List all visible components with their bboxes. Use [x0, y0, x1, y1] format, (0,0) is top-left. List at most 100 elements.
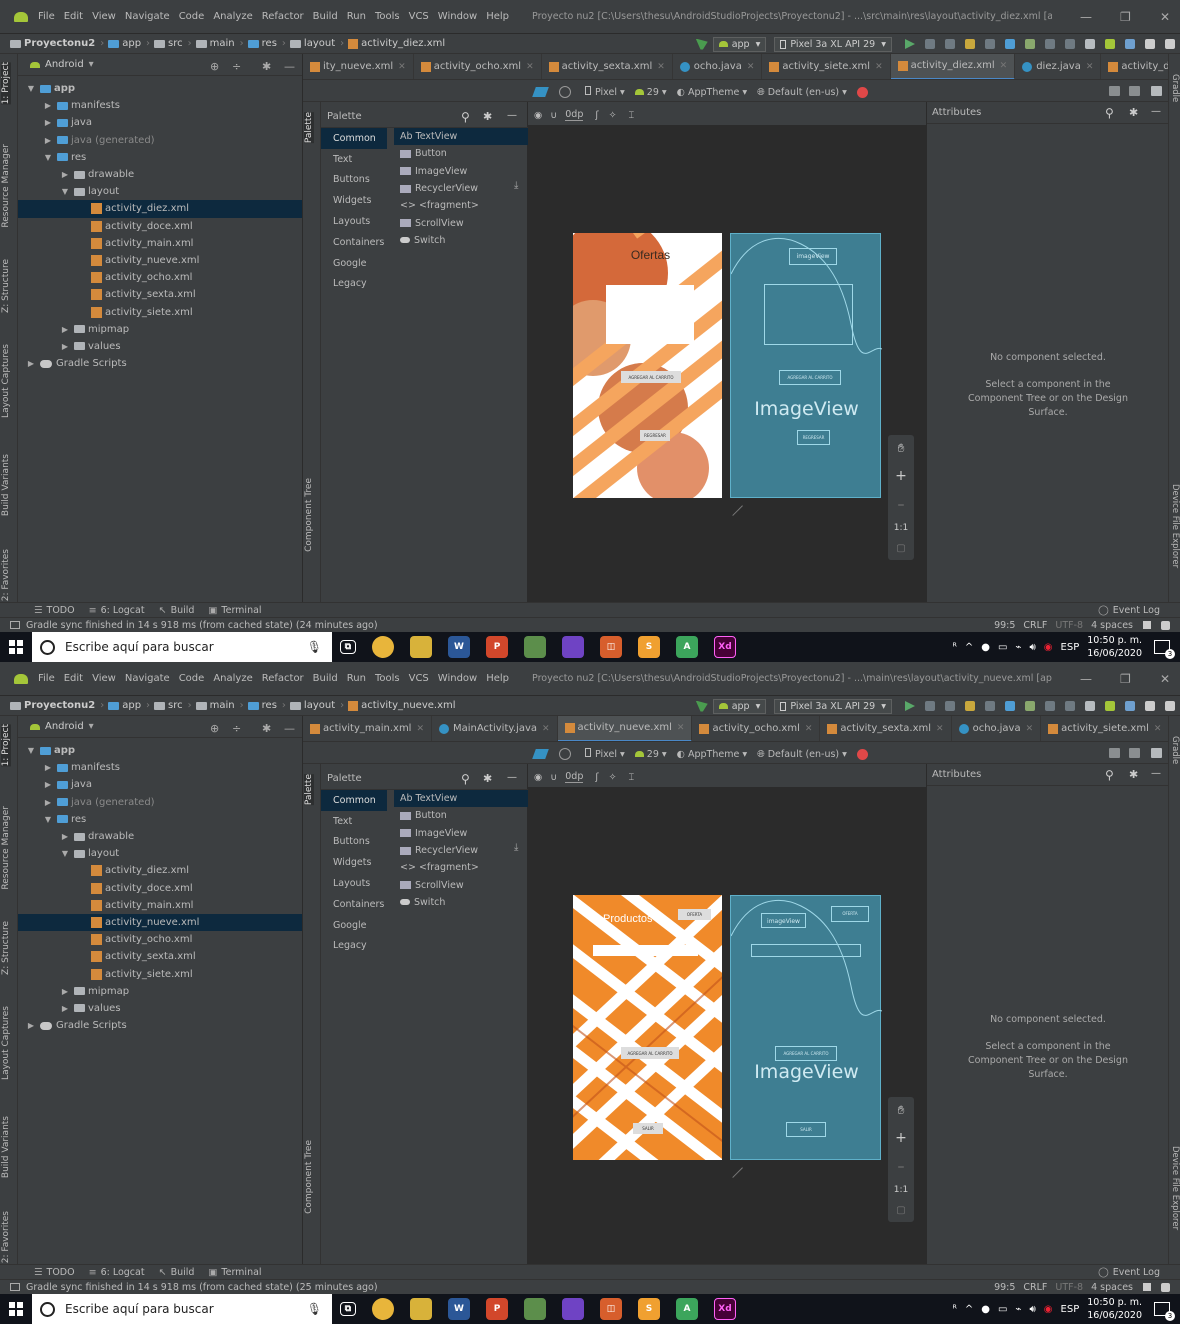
chevron-right-icon[interactable]: ▶: [43, 101, 53, 110]
chevron-right-icon[interactable]: ▶: [60, 832, 70, 841]
menu-item-file[interactable]: File: [38, 673, 55, 684]
menu-item-run[interactable]: Run: [347, 673, 366, 684]
palette-category[interactable]: Containers: [321, 232, 387, 253]
task-view-icon[interactable]: ⧉: [340, 1302, 356, 1316]
run-icon[interactable]: [905, 39, 915, 49]
status-window-icon[interactable]: [10, 1283, 20, 1291]
palette-category[interactable]: Layouts: [321, 211, 387, 232]
bottom-tab--logcat[interactable]: ≡ 6: Logcat: [89, 605, 145, 616]
palette-widget[interactable]: ScrollView: [394, 214, 528, 231]
close-tab-icon[interactable]: ✕: [875, 62, 883, 72]
editor-tab[interactable]: activity_diez.xml ✕: [890, 54, 1016, 79]
tree-item[interactable]: ▶ java (generated): [18, 794, 302, 811]
status-item[interactable]: 99:5: [994, 1282, 1015, 1293]
taskbar-clock[interactable]: 10:50 p. m. 16/06/2020: [1087, 634, 1142, 660]
palette-category[interactable]: Text: [321, 811, 387, 832]
apply-code-icon[interactable]: [945, 701, 955, 711]
zoom-fit-icon[interactable]: ▢: [888, 1205, 914, 1216]
guidelines-icon[interactable]: ⌶: [629, 772, 635, 783]
editor-tab[interactable]: diez.java ✕: [1015, 54, 1102, 79]
people-icon[interactable]: ᴿ: [953, 1304, 957, 1315]
bottom-tab--logcat[interactable]: ≡ 6: Logcat: [89, 1267, 145, 1278]
menu-item-analyze[interactable]: Analyze: [213, 673, 252, 684]
breadcrumb-item[interactable]: Proyectonu2: [10, 700, 104, 711]
eye-icon[interactable]: ◉: [534, 772, 542, 783]
collapse-icon[interactable]: ÷: [232, 60, 241, 73]
bottom-tab-terminal[interactable]: ▣ Terminal: [208, 605, 261, 616]
sdk-manager-icon[interactable]: [1105, 701, 1115, 711]
minimize-window-icon[interactable]: —: [1080, 672, 1092, 686]
status-item[interactable]: 99:5: [994, 620, 1015, 631]
blueprint-image-box[interactable]: [764, 284, 853, 345]
start-button[interactable]: [0, 632, 32, 662]
infer-constraints-icon[interactable]: ✧: [609, 110, 617, 121]
design-view-icon[interactable]: [1151, 86, 1162, 96]
tree-item[interactable]: ▶ values: [18, 1000, 302, 1017]
tree-item[interactable]: activity_main.xml: [18, 897, 302, 914]
tree-item[interactable]: activity_nueve.xml: [18, 252, 302, 269]
editor-tab[interactable]: activity_siete.xml ✕: [1041, 716, 1168, 741]
sublime-icon[interactable]: S: [638, 1298, 660, 1320]
palette-widget[interactable]: <> <fragment>: [394, 859, 528, 876]
theme-select[interactable]: ◐ AppTheme ▾: [677, 87, 747, 98]
palette-category[interactable]: Legacy: [321, 936, 387, 957]
palette-category[interactable]: Google: [321, 915, 387, 936]
error-icon[interactable]: [856, 86, 868, 98]
chevron-right-icon[interactable]: ▶: [43, 118, 53, 127]
menu-item-code[interactable]: Code: [179, 11, 205, 22]
hide-icon[interactable]: —: [507, 110, 517, 121]
blueprint-preview[interactable]: imageView OFERTA AGREGAR AL CARRITO SALIR Im…: [730, 895, 883, 1160]
close-window-icon[interactable]: ✕: [1160, 10, 1170, 24]
close-tab-icon[interactable]: ✕: [747, 62, 755, 72]
chevron-right-icon[interactable]: ▶: [26, 359, 36, 368]
zoom-in-icon[interactable]: +: [888, 468, 914, 484]
palette-category[interactable]: Legacy: [321, 274, 387, 295]
menu-item-tools[interactable]: Tools: [375, 11, 400, 22]
taskbar-search[interactable]: Escribe aquí para buscar 🎙︎: [32, 632, 332, 662]
chevron-down-icon[interactable]: ▼: [43, 815, 53, 824]
preview-back-button[interactable]: REGRESAR: [640, 430, 670, 441]
blueprint-add-cart-button[interactable]: AGREGAR AL CARRITO: [779, 370, 841, 385]
tool-tab--project[interactable]: 1: Project: [1, 62, 11, 105]
menu-item-window[interactable]: Window: [438, 11, 477, 22]
menu-item-code[interactable]: Code: [179, 673, 205, 684]
tool-tab-layout-captures[interactable]: Layout Captures: [1, 1006, 11, 1080]
palette-widget[interactable]: ImageView: [394, 163, 528, 180]
android-studio-icon[interactable]: A: [676, 1298, 698, 1320]
editor-tab[interactable]: ocho.java ✕: [952, 716, 1042, 741]
coverage-icon[interactable]: [1025, 39, 1035, 49]
split-view-icon[interactable]: [1129, 748, 1140, 758]
eye-icon[interactable]: ◉: [534, 110, 542, 121]
search-icon[interactable]: [1165, 701, 1175, 711]
tree-item[interactable]: ▶ Gradle Scripts: [18, 355, 302, 372]
menu-item-refactor[interactable]: Refactor: [262, 11, 304, 22]
profile-icon[interactable]: [1005, 39, 1015, 49]
people-icon[interactable]: ᴿ: [953, 642, 957, 653]
chrome-icon[interactable]: [372, 1298, 394, 1320]
xd-icon[interactable]: Xd: [714, 636, 736, 658]
tool-tab-component-tree[interactable]: Component Tree: [304, 1140, 314, 1214]
sync-icon[interactable]: [1065, 39, 1075, 49]
zoom-fit-icon[interactable]: ▢: [888, 543, 914, 554]
tree-item[interactable]: ▶ drawable: [18, 828, 302, 845]
default-margin-select[interactable]: 0dp: [565, 771, 584, 783]
tree-item[interactable]: ▼ layout: [18, 183, 302, 200]
device-manager-icon[interactable]: [1085, 39, 1095, 49]
search-icon[interactable]: ⚲: [461, 110, 470, 124]
menu-item-run[interactable]: Run: [347, 11, 366, 22]
sublime-icon[interactable]: S: [638, 636, 660, 658]
status-item[interactable]: CRLF: [1023, 620, 1047, 631]
microphone-icon[interactable]: 🎙︎: [307, 1302, 322, 1316]
palette-widget[interactable]: ScrollView: [394, 876, 528, 893]
tree-item[interactable]: ▼ app: [18, 80, 302, 97]
palette-category[interactable]: Buttons: [321, 832, 387, 853]
tool-tab--favorites[interactable]: 2: Favorites: [1, 1211, 11, 1263]
guidelines-icon[interactable]: ⌶: [629, 110, 635, 121]
resource-manager-icon[interactable]: [1145, 39, 1155, 49]
chevron-right-icon[interactable]: ▶: [43, 798, 53, 807]
file-explorer-icon[interactable]: [410, 636, 432, 658]
chevron-down-icon[interactable]: ▼: [43, 153, 53, 162]
menu-item-refactor[interactable]: Refactor: [262, 673, 304, 684]
blueprint-preview[interactable]: imageView AGREGAR AL CARRITO REGRESAR Image…: [730, 233, 883, 498]
chevron-right-icon[interactable]: ▶: [26, 1021, 36, 1030]
